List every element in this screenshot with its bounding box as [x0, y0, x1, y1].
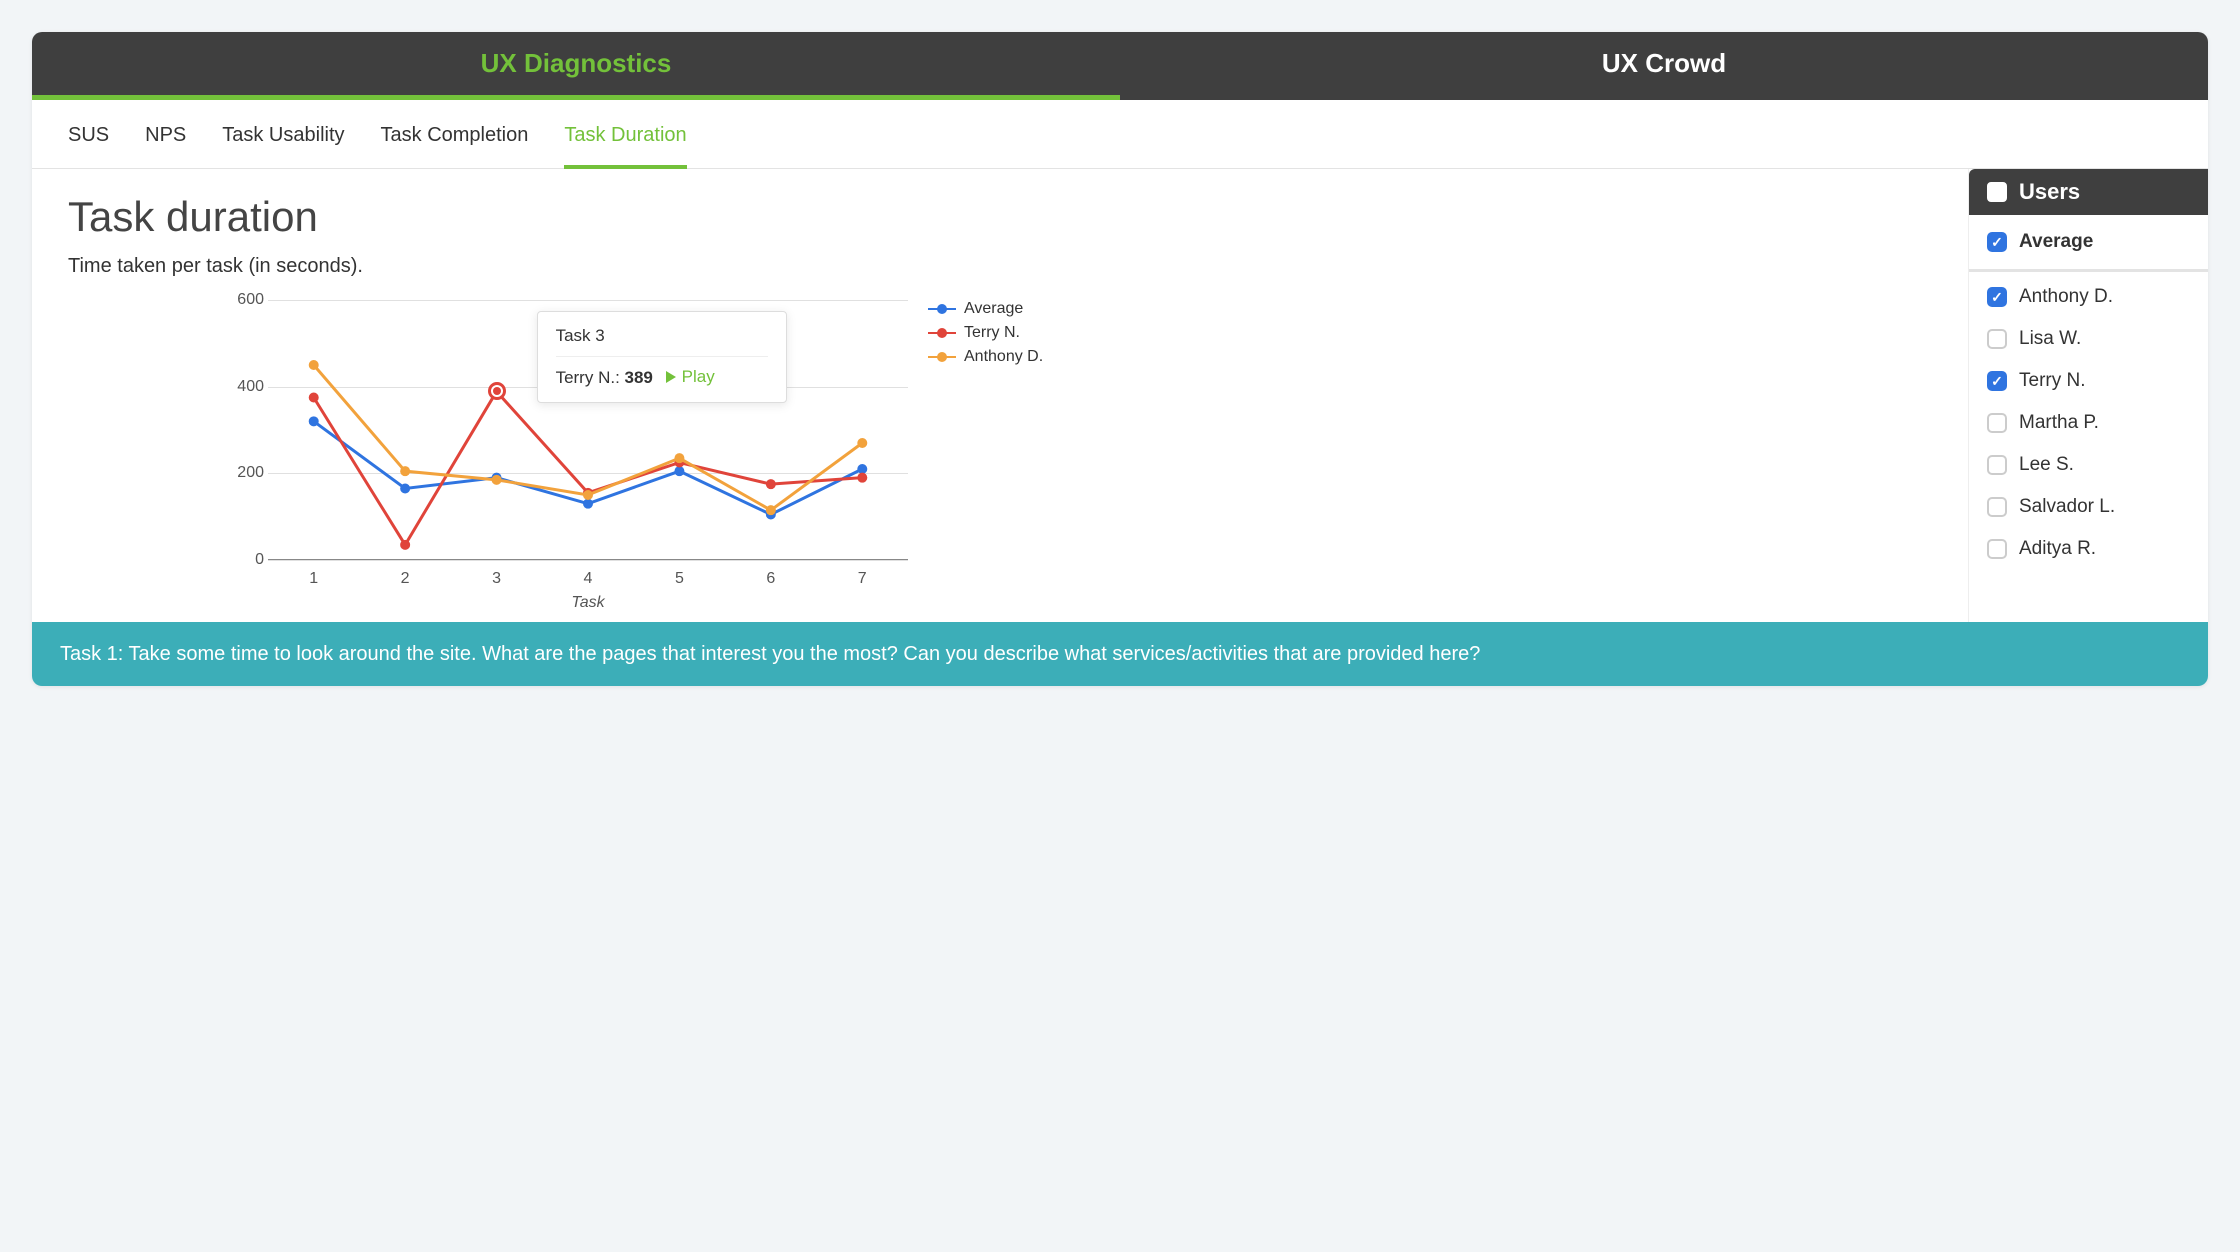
user-item-lee-s-[interactable]: Lee S. — [1969, 444, 2208, 486]
user-label: Average — [2019, 231, 2093, 253]
data-point[interactable] — [674, 453, 684, 463]
x-tick: 6 — [725, 570, 816, 588]
data-point[interactable] — [492, 475, 502, 485]
data-point[interactable] — [309, 360, 319, 370]
x-tick: 5 — [634, 570, 725, 588]
tooltip-value: 389 — [625, 368, 653, 387]
y-tick: 400 — [237, 378, 264, 396]
user-item-salvador-l-[interactable]: Salvador L. — [1969, 486, 2208, 528]
users-header-label: Users — [2019, 179, 2080, 205]
data-point[interactable] — [857, 438, 867, 448]
x-axis: 1234567 — [268, 560, 908, 588]
tooltip-play-button[interactable]: Play — [666, 367, 715, 387]
task-banner: Task 1: Take some time to look around th… — [32, 622, 2208, 686]
user-label: Anthony D. — [2019, 286, 2113, 308]
x-tick: 7 — [817, 570, 908, 588]
chart-tooltip: Task 3 Terry N.: 389 Play — [537, 311, 787, 403]
users-sidebar: Users Average Anthony D. Lisa W. Terry N. Ma… — [1968, 169, 2208, 622]
page-title: Task duration — [68, 193, 1932, 241]
legend-item[interactable]: Average — [928, 300, 1043, 318]
user-label: Martha P. — [2019, 412, 2099, 434]
data-point[interactable] — [857, 473, 867, 483]
y-tick: 200 — [237, 464, 264, 482]
tooltip-title: Task 3 — [556, 326, 768, 346]
legend-label: Anthony D. — [964, 348, 1043, 366]
legend-label: Terry N. — [964, 324, 1020, 342]
data-point[interactable] — [766, 479, 776, 489]
user-checkbox[interactable] — [1987, 287, 2007, 307]
chart-area: 0200400600 1234567 Task Task 3 Terry N.:… — [268, 300, 908, 612]
main-content: Task duration Time taken per task (in se… — [32, 169, 1968, 622]
users-master-checkbox[interactable] — [1987, 182, 2007, 202]
user-label: Lisa W. — [2019, 328, 2081, 350]
play-icon — [666, 371, 676, 383]
users-header[interactable]: Users — [1969, 169, 2208, 215]
sub-nav: SUS NPS Task Usability Task Completion Task … — [32, 100, 2208, 169]
x-tick: 4 — [542, 570, 633, 588]
body-row: Task duration Time taken per task (in se… — [32, 169, 2208, 622]
y-axis: 0200400600 — [214, 300, 264, 572]
user-checkbox[interactable] — [1987, 539, 2007, 559]
data-point[interactable] — [400, 484, 410, 494]
y-tick: 0 — [255, 551, 264, 569]
tooltip-row: Terry N.: 389 Play — [556, 367, 768, 388]
user-item-terry-n-[interactable]: Terry N. — [1969, 360, 2208, 402]
user-label: Aditya R. — [2019, 538, 2096, 560]
data-point[interactable] — [309, 416, 319, 426]
highlighted-point[interactable] — [488, 382, 506, 400]
x-tick: 1 — [268, 570, 359, 588]
series-line-terry-n- — [314, 391, 863, 544]
data-point[interactable] — [400, 540, 410, 550]
top-tab-bar: UX DiagnosticsUX Crowd — [32, 32, 2208, 100]
legend-swatch — [928, 308, 956, 310]
user-checkbox[interactable] — [1987, 455, 2007, 475]
data-point[interactable] — [583, 490, 593, 500]
sub-tab-task-duration[interactable]: Task Duration — [564, 114, 686, 169]
data-point[interactable] — [400, 466, 410, 476]
app-window: UX DiagnosticsUX Crowd SUS NPS Task Usabil… — [32, 32, 2208, 686]
page-subtitle: Time taken per task (in seconds). — [68, 255, 1932, 278]
grid-line — [268, 560, 908, 561]
user-item-anthony-d-[interactable]: Anthony D. — [1969, 276, 2208, 318]
data-point[interactable] — [674, 466, 684, 476]
x-tick: 3 — [451, 570, 542, 588]
x-tick: 2 — [359, 570, 450, 588]
legend-item[interactable]: Terry N. — [928, 324, 1043, 342]
chart-wrap: 0200400600 1234567 Task Task 3 Terry N.:… — [68, 300, 1932, 612]
sub-tab-nps[interactable]: NPS — [145, 114, 186, 169]
data-point[interactable] — [766, 505, 776, 515]
sub-tab-sus[interactable]: SUS — [68, 114, 109, 169]
legend-item[interactable]: Anthony D. — [928, 348, 1043, 366]
tooltip-user: Terry N. — [556, 368, 616, 387]
sub-tab-task-usability[interactable]: Task Usability — [222, 114, 344, 169]
data-point[interactable] — [583, 499, 593, 509]
user-item-martha-p-[interactable]: Martha P. — [1969, 402, 2208, 444]
data-point[interactable] — [857, 464, 867, 474]
user-checkbox[interactable] — [1987, 232, 2007, 252]
y-tick: 600 — [237, 291, 264, 309]
legend-swatch — [928, 332, 956, 334]
user-item-aditya-r-[interactable]: Aditya R. — [1969, 528, 2208, 570]
top-tab-ux-crowd[interactable]: UX Crowd — [1120, 32, 2208, 100]
user-item-lisa-w-[interactable]: Lisa W. — [1969, 318, 2208, 360]
user-label: Terry N. — [2019, 370, 2086, 392]
user-checkbox[interactable] — [1987, 413, 2007, 433]
tooltip-play-label: Play — [682, 367, 715, 387]
sub-tab-task-completion[interactable]: Task Completion — [381, 114, 529, 169]
legend-label: Average — [964, 300, 1023, 318]
user-label: Lee S. — [2019, 454, 2074, 476]
users-list: Average Anthony D. Lisa W. Terry N. Martha P… — [1969, 215, 2208, 576]
x-axis-label: Task — [268, 594, 908, 612]
user-checkbox[interactable] — [1987, 329, 2007, 349]
chart-legend: Average Terry N. Anthony D. — [928, 300, 1043, 372]
top-tab-ux-diagnostics[interactable]: UX Diagnostics — [32, 32, 1120, 100]
user-checkbox[interactable] — [1987, 497, 2007, 517]
user-item-average[interactable]: Average — [1969, 221, 2208, 272]
data-point[interactable] — [309, 393, 319, 403]
user-label: Salvador L. — [2019, 496, 2115, 518]
user-checkbox[interactable] — [1987, 371, 2007, 391]
legend-swatch — [928, 356, 956, 358]
